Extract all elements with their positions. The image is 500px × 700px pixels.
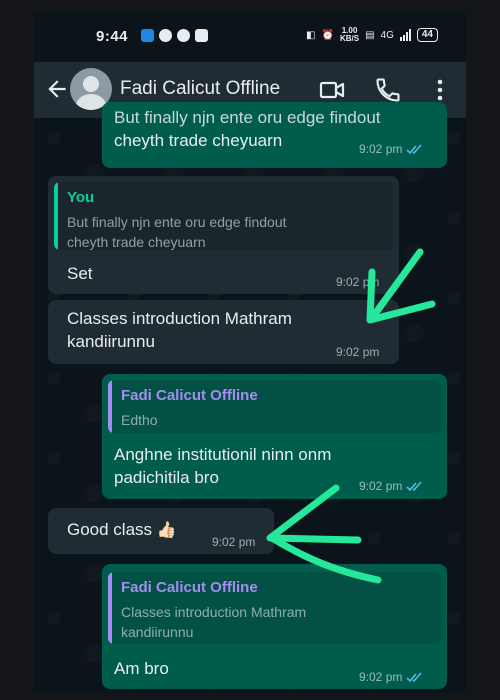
quote-author: You [67, 189, 95, 206]
more-options-icon[interactable] [426, 76, 454, 104]
read-ticks-icon [406, 671, 422, 682]
phone-screen: 9:44 ◧ ⏰ 1.00 KB/S ▤ 4G 44 Fadi Calicut … [34, 12, 466, 693]
app-notification-icon [141, 29, 154, 42]
status-bar: 9:44 ◧ ⏰ 1.00 KB/S ▤ 4G 44 [34, 12, 466, 62]
read-ticks-icon [406, 480, 422, 491]
quoted-message[interactable]: Fadi Calicut Offline Classes introductio… [108, 572, 441, 644]
contact-name[interactable]: Fadi Calicut Offline [120, 78, 280, 100]
quote-author: Fadi Calicut Offline [121, 579, 258, 596]
message-meta: 9:02 pm [336, 275, 380, 289]
messenger-icon [159, 29, 172, 42]
quoted-message[interactable]: You But finally njn ente oru edge findou… [54, 182, 393, 250]
message-bubble-outgoing[interactable]: But finally njn ente oru edge findout ch… [102, 102, 447, 168]
message-bubble-incoming[interactable]: You But finally njn ente oru edge findou… [48, 176, 399, 294]
quoted-message[interactable]: Fadi Calicut Offline Edtho [108, 380, 441, 433]
voice-call-icon[interactable] [374, 76, 402, 104]
whatsapp-icon [177, 29, 190, 42]
battery-icon: 44 [416, 28, 438, 42]
thumbs-up-emoji: 👍🏻 [156, 522, 177, 539]
status-time: 9:44 [96, 28, 129, 45]
nfc-icon: ◧ [306, 29, 316, 41]
chat-area[interactable]: But finally njn ente oru edge findout ch… [34, 102, 466, 693]
quote-author: Fadi Calicut Offline [121, 387, 258, 404]
message-bubble-incoming[interactable]: Classes introduction Mathram kandiirunnu… [48, 300, 399, 364]
message-bubble-incoming[interactable]: Good class 👍🏻 9:02 pm [48, 508, 274, 554]
volte-icon: ▤ [365, 29, 375, 41]
network-speed: 1.00 KB/S [339, 26, 360, 43]
discord-icon [195, 29, 208, 42]
notification-icons [141, 29, 208, 42]
message-meta: 9:02 pm [336, 345, 380, 359]
status-indicators: ◧ ⏰ 1.00 KB/S ▤ 4G 44 [306, 27, 438, 43]
message-meta: 9:02 pm [359, 670, 424, 684]
signal-icon [399, 29, 411, 41]
message-meta: 9:02 pm [359, 142, 424, 156]
message-meta: 9:02 pm [212, 535, 256, 549]
read-ticks-icon [406, 143, 422, 154]
alarm-icon: ⏰ [321, 29, 334, 41]
message-meta: 9:02 pm [359, 479, 424, 493]
message-bubble-outgoing[interactable]: Fadi Calicut Offline Edtho Anghne instit… [102, 374, 447, 499]
video-call-icon[interactable] [318, 76, 346, 104]
message-bubble-outgoing[interactable]: Fadi Calicut Offline Classes introductio… [102, 564, 447, 689]
network-type: 4G [380, 29, 394, 41]
back-arrow-icon[interactable] [44, 76, 70, 102]
